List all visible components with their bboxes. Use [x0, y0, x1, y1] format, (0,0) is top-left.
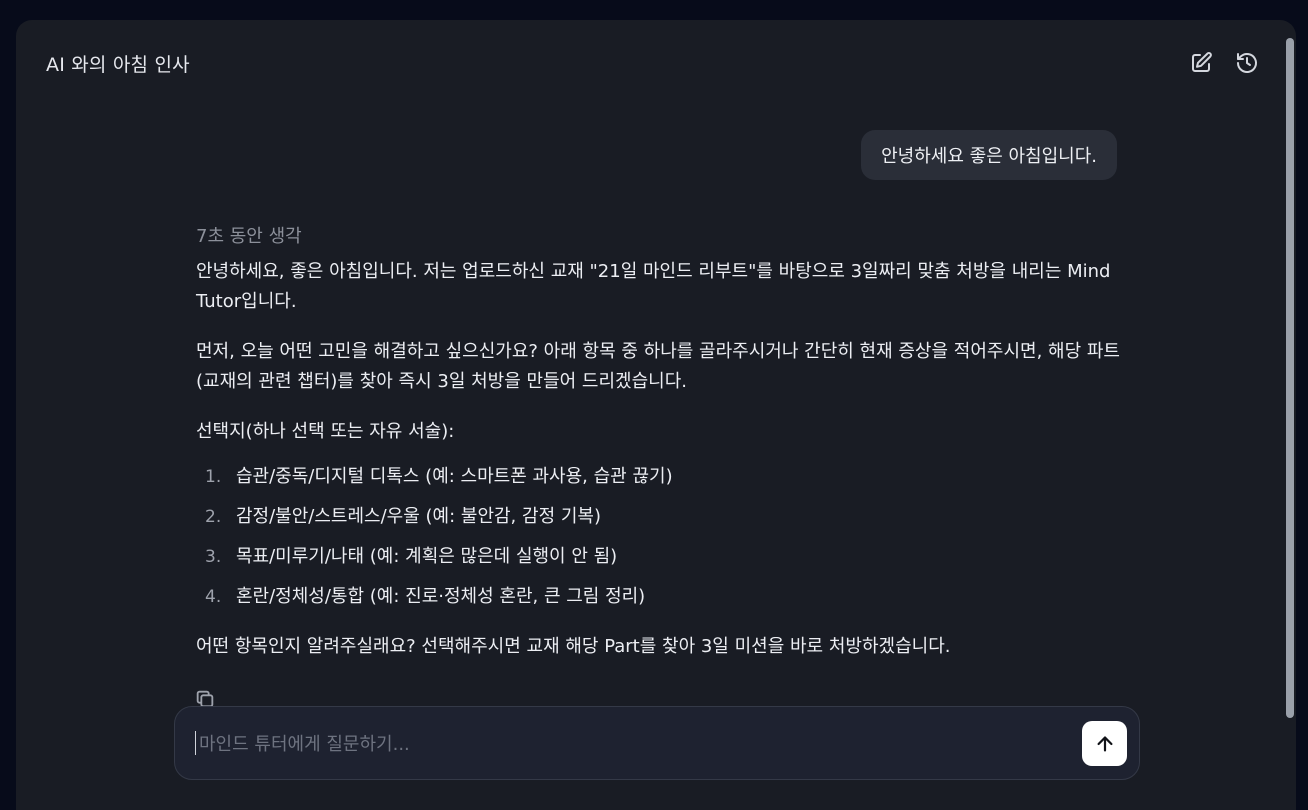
assistant-paragraph-intro: 안녕하세요, 좋은 아침입니다. 저는 업로드하신 교재 "21일 마인드 리부… [196, 261, 1111, 312]
chat-composer [174, 706, 1140, 780]
list-item: 4. 혼란/정체성/통합 (예: 진로·정체성 혼란, 큰 그림 정리) [205, 586, 646, 607]
scrollbar[interactable] [1286, 38, 1294, 718]
text-caret [195, 731, 196, 755]
options-list: 1. 습관/중독/디지털 디톡스 (예: 스마트폰 과사용, 습관 끊기) 2.… [196, 457, 1126, 617]
edit-button[interactable] [1188, 50, 1214, 76]
list-item: 3. 목표/미루기/나태 (예: 계획은 많은데 실행이 안 됨) [205, 546, 618, 567]
list-item: 2. 감정/불안/스트레스/우울 (예: 불안감, 감정 기복) [205, 506, 601, 527]
history-button[interactable] [1234, 50, 1260, 76]
user-message-text: 안녕하세요 좋은 아침입니다. [881, 146, 1097, 167]
chat-input[interactable] [197, 728, 1041, 760]
assistant-paragraph-options-label: 선택지(하나 선택 또는 자유 서술): [196, 421, 455, 442]
list-item: 1. 습관/중독/디지털 디톡스 (예: 스마트폰 과사용, 습관 끊기) [205, 466, 673, 487]
edit-icon [1192, 52, 1212, 72]
chat-panel: AI 와의 아침 인사 안녕하세요 좋은 아침입니다. 7초 동안 생각 안녕하… [16, 20, 1296, 810]
assistant-paragraph-closing: 어떤 항목인지 알려주실래요? 선택해주시면 교재 해당 Part를 찾아 3일… [196, 636, 951, 657]
history-icon [1237, 53, 1257, 73]
send-button[interactable] [1082, 721, 1127, 766]
assistant-paragraph-question: 먼저, 오늘 어떤 고민을 해결하고 싶으신가요? 아래 항목 중 하나를 골라… [196, 341, 1120, 392]
thinking-indicator[interactable]: 7초 동안 생각 [196, 225, 1126, 249]
chat-title: AI 와의 아침 인사 [46, 54, 190, 76]
arrow-up-icon [1096, 735, 1113, 752]
user-message-bubble: 안녕하세요 좋은 아침입니다. [861, 130, 1117, 180]
assistant-message: 7초 동안 생각 안녕하세요, 좋은 아침입니다. 저는 업로드하신 교재 "2… [196, 225, 1126, 682]
